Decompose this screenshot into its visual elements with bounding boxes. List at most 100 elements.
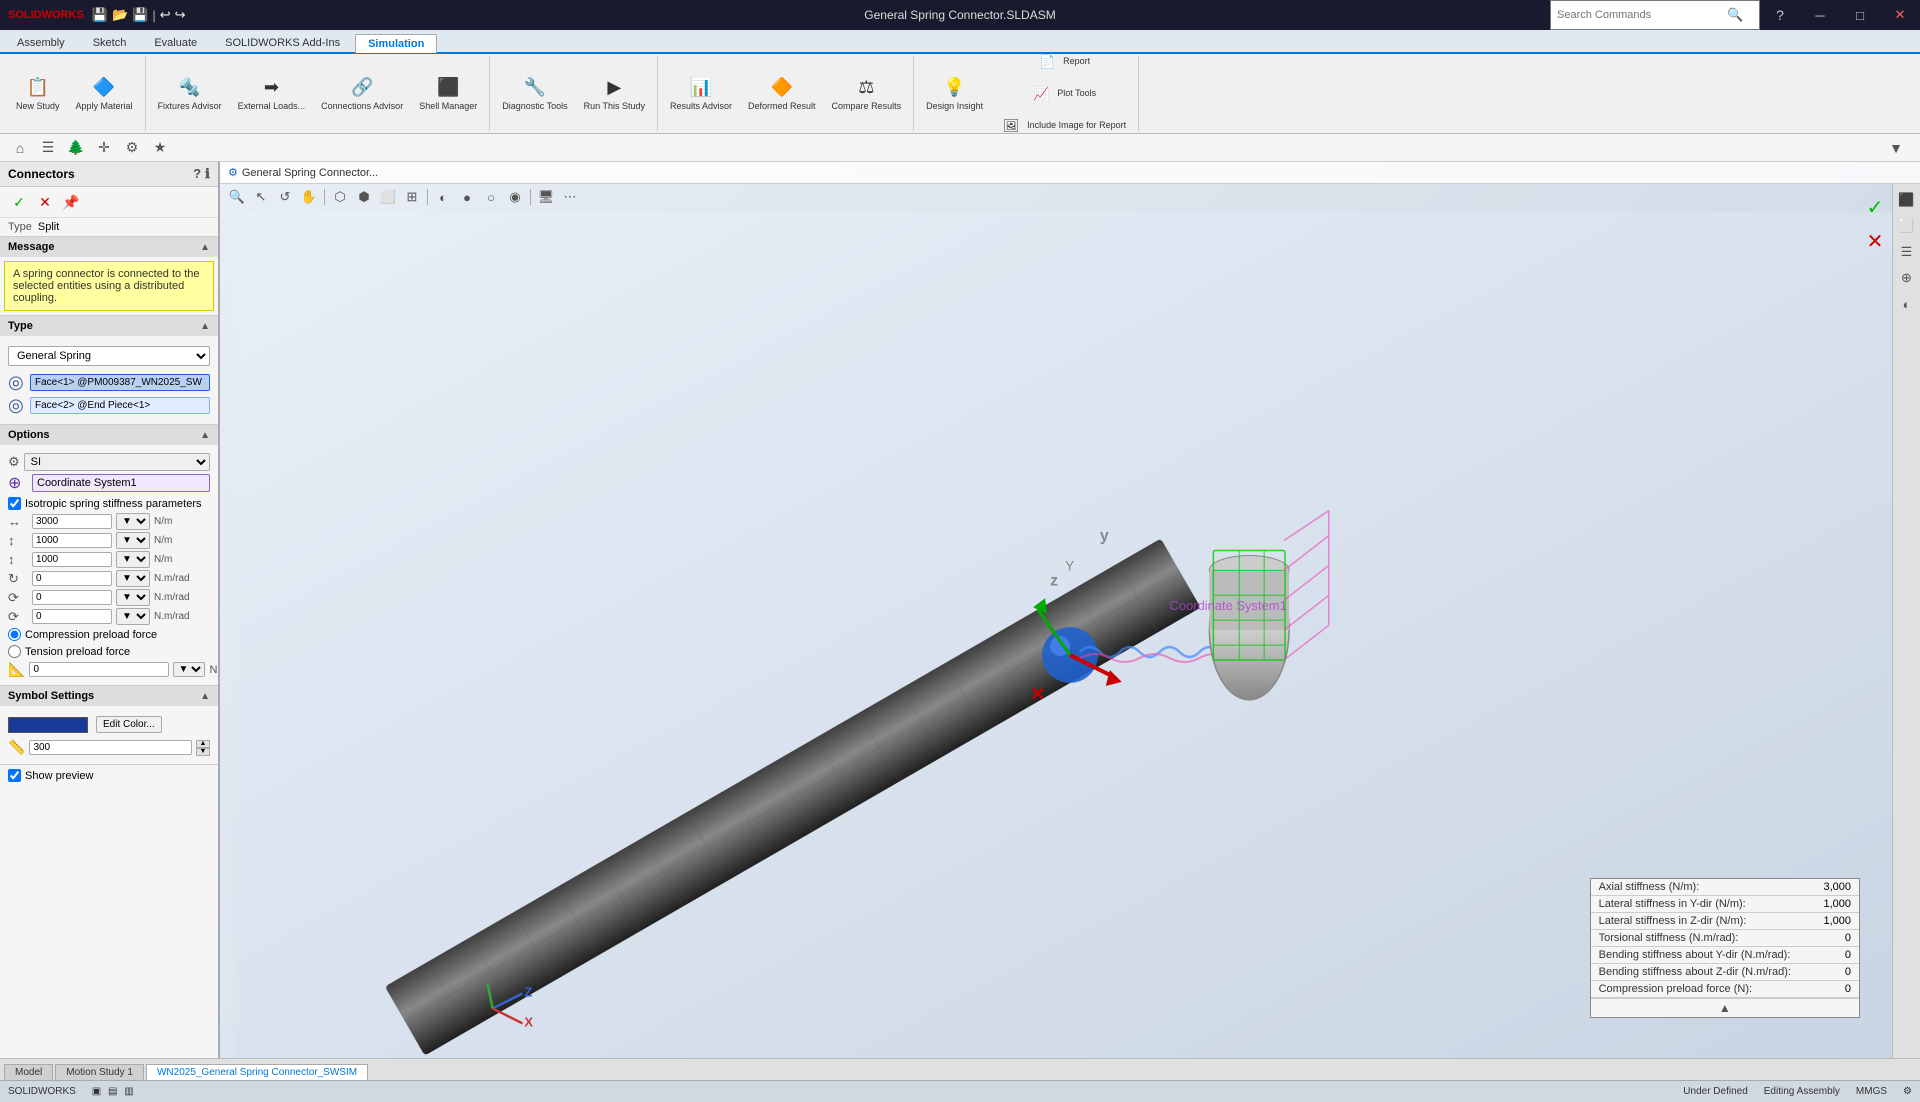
- vp-shading1-btn[interactable]: ◐: [432, 186, 454, 208]
- view-tree-btn[interactable]: 🌲: [64, 137, 88, 159]
- view-gear-btn[interactable]: ⚙: [120, 137, 144, 159]
- lateral-z-unit-dropdown[interactable]: ▼: [116, 551, 150, 568]
- tab-sketch[interactable]: Sketch: [80, 33, 140, 52]
- new-study-btn[interactable]: 📋 New Study: [10, 72, 66, 116]
- status-icon-1[interactable]: ▣: [92, 1086, 101, 1097]
- plot-tools-btn[interactable]: 📈 Plot Tools: [993, 78, 1132, 110]
- lateral-y-input[interactable]: [32, 533, 112, 548]
- edit-color-button[interactable]: Edit Color...: [96, 716, 162, 733]
- vp-shading4-btn[interactable]: ◉: [504, 186, 526, 208]
- face1-input[interactable]: [30, 374, 210, 391]
- message-section-header[interactable]: Message ▲: [0, 237, 218, 257]
- right-icon-4[interactable]: ⊕: [1895, 266, 1919, 290]
- fixtures-advisor-btn[interactable]: 🔩 Fixtures Advisor: [152, 72, 228, 116]
- axial-input[interactable]: [32, 514, 112, 529]
- right-icon-1[interactable]: ⬛: [1895, 188, 1919, 212]
- tab-simulation[interactable]: Simulation: [355, 34, 437, 53]
- vp-view3-btn[interactable]: ⬜: [377, 186, 399, 208]
- results-advisor-btn[interactable]: 📊 Results Advisor: [664, 72, 738, 116]
- vp-pan-btn[interactable]: ✋: [298, 186, 320, 208]
- vp-shading3-btn[interactable]: ○: [480, 186, 502, 208]
- right-icon-2[interactable]: ⬜: [1895, 214, 1919, 238]
- type-dropdown[interactable]: General Spring: [8, 346, 210, 366]
- tension-preload-radio[interactable]: [8, 645, 21, 658]
- cancel-btn[interactable]: ✕: [34, 191, 56, 213]
- settings-icon[interactable]: ⚙: [1903, 1086, 1912, 1097]
- vp-display1-btn[interactable]: 🖥: [535, 186, 557, 208]
- viewport[interactable]: ⚙ General Spring Connector... 🔍 ↖ ↺ ✋ ⬡ …: [220, 162, 1920, 1058]
- vp-select-btn[interactable]: ↖: [250, 186, 272, 208]
- isotropic-checkbox[interactable]: [8, 497, 21, 510]
- type-section-header[interactable]: Type ▲: [0, 316, 218, 336]
- minimize-btn[interactable]: ─: [1800, 0, 1840, 30]
- vp-view4-btn[interactable]: ⊞: [401, 186, 423, 208]
- bending-z-unit-dropdown[interactable]: ▼: [116, 608, 150, 625]
- report-btn[interactable]: 📄 Report: [993, 46, 1132, 78]
- view-crosshair-btn[interactable]: ✛: [92, 137, 116, 159]
- external-loads-btn[interactable]: ➡ External Loads...: [232, 72, 312, 116]
- close-btn[interactable]: ✕: [1880, 0, 1920, 30]
- shell-manager-btn[interactable]: ⬛ Shell Manager: [413, 72, 483, 116]
- status-icon-3[interactable]: ▥: [124, 1086, 133, 1097]
- compare-results-btn[interactable]: ⚖ Compare Results: [826, 72, 908, 116]
- right-icon-3[interactable]: ☰: [1895, 240, 1919, 264]
- tab-assembly[interactable]: Assembly: [4, 33, 78, 52]
- include-image-btn[interactable]: 🖼 Include Image for Report: [993, 110, 1132, 142]
- bending-z-input[interactable]: [32, 609, 112, 624]
- preload-unit-dropdown[interactable]: ▼: [173, 662, 205, 677]
- question-icon[interactable]: ?: [1760, 0, 1800, 30]
- right-icon-5[interactable]: ◐: [1895, 292, 1919, 316]
- size-up-btn[interactable]: ▲: [196, 740, 210, 748]
- run-study-btn[interactable]: ▶ Run This Study: [578, 72, 651, 116]
- design-insight-btn[interactable]: 💡 Design Insight: [920, 72, 989, 116]
- color-swatch[interactable]: [8, 717, 88, 733]
- compression-preload-radio[interactable]: [8, 628, 21, 641]
- vp-cancel-btn[interactable]: ✕: [1860, 226, 1890, 256]
- bending-y-unit-dropdown[interactable]: ▼: [116, 589, 150, 606]
- model-tab-swsim[interactable]: WN2025_General Spring Connector_SWSIM: [146, 1064, 368, 1080]
- size-down-btn[interactable]: ▼: [196, 748, 210, 756]
- tab-addins[interactable]: SOLIDWORKS Add-Ins: [212, 33, 353, 52]
- view-home-btn[interactable]: ⌂: [8, 137, 32, 159]
- vp-rotate-btn[interactable]: ↺: [274, 186, 296, 208]
- face2-input[interactable]: [30, 397, 210, 414]
- pin-btn[interactable]: 📌: [60, 191, 82, 213]
- apply-material-btn[interactable]: 🔷 Apply Material: [70, 72, 139, 116]
- diagnostic-tools-btn[interactable]: 🔧 Diagnostic Tools: [496, 72, 573, 116]
- bending-y-input[interactable]: [32, 590, 112, 605]
- help-icon[interactable]: ?: [193, 166, 201, 182]
- status-icon-2[interactable]: ▤: [108, 1086, 117, 1097]
- vp-zoom-btn[interactable]: 🔍: [226, 186, 248, 208]
- coord-input[interactable]: [32, 474, 210, 492]
- si-dropdown[interactable]: SI: [24, 453, 210, 471]
- preload-input[interactable]: [29, 662, 169, 677]
- torsional-unit-dropdown[interactable]: ▼: [116, 570, 150, 587]
- statusbar-right: Under Defined Editing Assembly MMGS ⚙: [1683, 1086, 1912, 1097]
- axial-unit-dropdown[interactable]: ▼: [116, 513, 150, 530]
- table-scroll-up[interactable]: ▲: [1591, 998, 1859, 1017]
- search-input[interactable]: [1557, 9, 1727, 21]
- expand-btn[interactable]: ▼: [1884, 137, 1908, 159]
- connections-advisor-btn[interactable]: 🔗 Connections Advisor: [315, 72, 409, 116]
- lateral-y-unit-dropdown[interactable]: ▼: [116, 532, 150, 549]
- model-tab-motion[interactable]: Motion Study 1: [55, 1064, 144, 1080]
- view-list-btn[interactable]: ☰: [36, 137, 60, 159]
- view-star-btn[interactable]: ★: [148, 137, 172, 159]
- vp-view1-btn[interactable]: ⬡: [329, 186, 351, 208]
- model-tab-model[interactable]: Model: [4, 1064, 53, 1080]
- confirm-btn[interactable]: ✓: [8, 191, 30, 213]
- deformed-result-btn[interactable]: 🔶 Deformed Result: [742, 72, 822, 116]
- torsional-input[interactable]: [32, 571, 112, 586]
- vp-view2-btn[interactable]: ⬢: [353, 186, 375, 208]
- maximize-btn[interactable]: □: [1840, 0, 1880, 30]
- vp-shading2-btn[interactable]: ●: [456, 186, 478, 208]
- tab-evaluate[interactable]: Evaluate: [141, 33, 210, 52]
- info-icon[interactable]: ℹ: [205, 166, 210, 182]
- lateral-z-input[interactable]: [32, 552, 112, 567]
- options-section-header[interactable]: Options ▲: [0, 425, 218, 445]
- size-input[interactable]: [29, 740, 192, 755]
- vp-display2-btn[interactable]: ⋯: [559, 186, 581, 208]
- show-preview-checkbox[interactable]: [8, 769, 21, 782]
- vp-ok-btn[interactable]: ✓: [1860, 192, 1890, 222]
- symbol-settings-header[interactable]: Symbol Settings ▲: [0, 686, 218, 706]
